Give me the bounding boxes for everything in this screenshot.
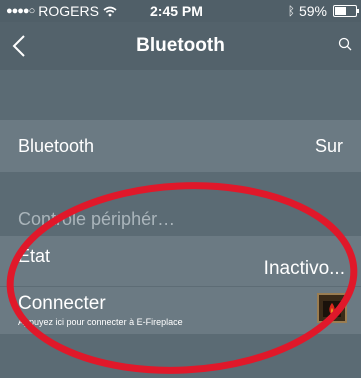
battery-percent: 59% bbox=[298, 3, 327, 19]
battery-level bbox=[335, 7, 346, 15]
connect-row[interactable]: Connecter Appuyez ici pour connecter à E… bbox=[0, 287, 361, 334]
section-header: Contrôle périphér… bbox=[18, 209, 176, 229]
bluetooth-value: Sur bbox=[314, 136, 343, 156]
bluetooth-label: Bluetooth bbox=[18, 136, 95, 156]
bluetooth-icon: ᛒ bbox=[287, 4, 295, 18]
fireplace-icon bbox=[317, 293, 347, 323]
signal-strength-icon: ●●●●○ bbox=[6, 5, 35, 17]
status-right: ᛒ 59% bbox=[287, 3, 359, 19]
status-left: ●●●●○ ROGERS bbox=[6, 3, 117, 19]
carrier-name: ROGERS bbox=[38, 3, 99, 19]
status-time: 2:45 PM bbox=[150, 3, 203, 19]
status-bar: ●●●●○ ROGERS 2:45 PM ᛒ 59% bbox=[0, 0, 361, 22]
state-value: Inactivo... bbox=[263, 258, 345, 279]
connect-subtitle: Appuyez ici pour connecter à E-Fireplace bbox=[18, 317, 183, 327]
bluetooth-setting-row[interactable]: Bluetooth Sur bbox=[0, 120, 361, 172]
search-icon bbox=[338, 37, 352, 51]
search-button[interactable] bbox=[335, 34, 357, 56]
connect-label: Connecter bbox=[18, 293, 106, 314]
battery-icon bbox=[333, 5, 359, 17]
state-label: État bbox=[18, 246, 51, 266]
wifi-icon bbox=[103, 6, 117, 16]
page-title: Bluetooth bbox=[136, 35, 225, 56]
state-row[interactable]: État Inactivo... bbox=[0, 236, 361, 287]
navigation-bar: Bluetooth bbox=[0, 22, 361, 70]
